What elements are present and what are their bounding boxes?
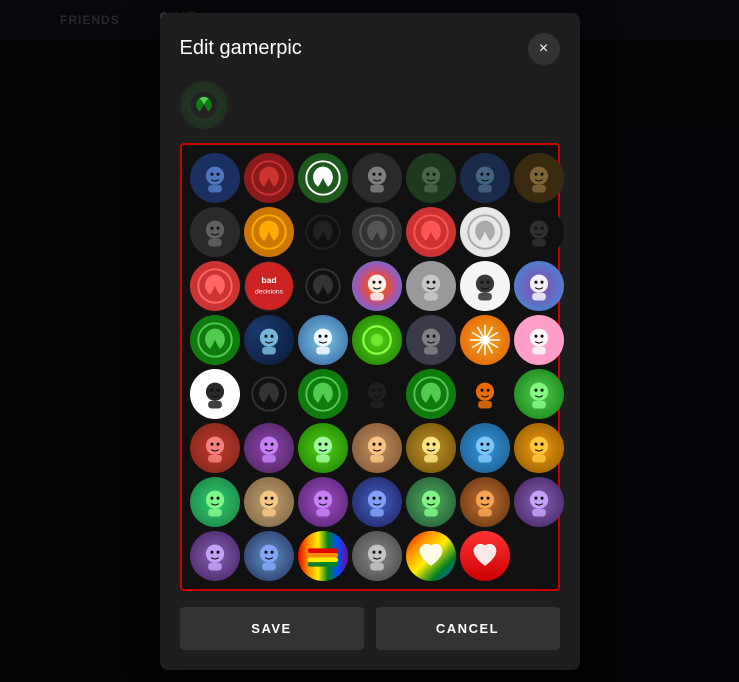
gamerpic-item[interactable] [244, 531, 294, 581]
gamerpic-item[interactable] [460, 423, 510, 473]
gamerpic-item[interactable] [460, 153, 510, 203]
gamerpic-item[interactable] [190, 531, 240, 581]
gamerpic-item[interactable] [298, 207, 348, 257]
gamerpic-item[interactable] [352, 261, 402, 311]
save-button[interactable]: SAVE [180, 607, 364, 650]
gamerpic-item[interactable] [460, 531, 510, 581]
gamerpic-item[interactable] [514, 477, 564, 527]
gamerpic-item[interactable] [190, 153, 240, 203]
gamerpic-item[interactable] [190, 315, 240, 365]
gamerpic-item[interactable] [460, 315, 510, 365]
gamerpic-item[interactable] [514, 315, 564, 365]
modal-overlay: Edit gamerpic × [0, 0, 739, 682]
gamerpic-item[interactable] [190, 477, 240, 527]
gamerpic-grid: bad decisions [190, 153, 550, 581]
modal-title: Edit gamerpic [180, 37, 302, 60]
gamerpic-item[interactable] [406, 369, 456, 419]
gamerpic-item[interactable] [352, 531, 402, 581]
gamerpic-item[interactable] [514, 423, 564, 473]
gamerpic-item[interactable] [406, 207, 456, 257]
modal-header: Edit gamerpic × [180, 33, 560, 65]
gamerpic-item[interactable] [298, 531, 348, 581]
gamerpic-item[interactable] [352, 423, 402, 473]
gamerpic-item[interactable] [406, 153, 456, 203]
gamerpic-item[interactable] [298, 477, 348, 527]
gamerpic-item[interactable] [514, 153, 564, 203]
gamerpic-item[interactable] [298, 153, 348, 203]
gamerpic-item[interactable] [298, 423, 348, 473]
gamerpic-item[interactable] [298, 315, 348, 365]
gamerpic-item[interactable] [244, 207, 294, 257]
gamerpic-item[interactable] [352, 369, 402, 419]
gamerpic-item[interactable] [460, 369, 510, 419]
gamerpic-item[interactable] [514, 369, 564, 419]
gamerpic-grid-wrapper: bad decisions [180, 143, 560, 591]
gamerpic-item[interactable] [244, 369, 294, 419]
close-button[interactable]: × [528, 33, 560, 65]
gamerpic-item[interactable] [460, 207, 510, 257]
gamerpic-item[interactable] [298, 261, 348, 311]
gamerpic-item[interactable] [352, 153, 402, 203]
gamerpic-item[interactable] [460, 477, 510, 527]
gamerpic-item[interactable] [190, 261, 240, 311]
current-avatar [180, 81, 228, 129]
svg-text:bad: bad [261, 275, 276, 285]
gamerpic-item[interactable] [406, 477, 456, 527]
modal-actions: SAVE CANCEL [180, 607, 560, 650]
gamerpic-item[interactable] [244, 315, 294, 365]
gamerpic-item[interactable] [190, 207, 240, 257]
gamerpic-item[interactable] [514, 261, 564, 311]
gamerpic-item[interactable] [514, 207, 564, 257]
gamerpic-item[interactable] [244, 477, 294, 527]
gamerpic-item[interactable] [298, 369, 348, 419]
gamerpic-item[interactable] [406, 531, 456, 581]
gamerpic-item[interactable] [352, 477, 402, 527]
gamerpic-item[interactable] [352, 207, 402, 257]
gamerpic-item[interactable] [190, 423, 240, 473]
gamerpic-item[interactable] [406, 423, 456, 473]
edit-gamerpic-modal: Edit gamerpic × [160, 13, 580, 670]
gamerpic-item[interactable] [406, 315, 456, 365]
gamerpic-item[interactable] [244, 153, 294, 203]
cancel-button[interactable]: CANCEL [376, 607, 560, 650]
current-avatar-icon [190, 91, 218, 119]
gamerpic-item[interactable] [460, 261, 510, 311]
gamerpic-item[interactable] [406, 261, 456, 311]
gamerpic-item[interactable]: bad decisions [244, 261, 294, 311]
gamerpic-item[interactable] [190, 369, 240, 419]
gamerpic-item[interactable] [244, 423, 294, 473]
svg-text:decisions: decisions [254, 288, 283, 295]
gamerpic-item[interactable] [352, 315, 402, 365]
